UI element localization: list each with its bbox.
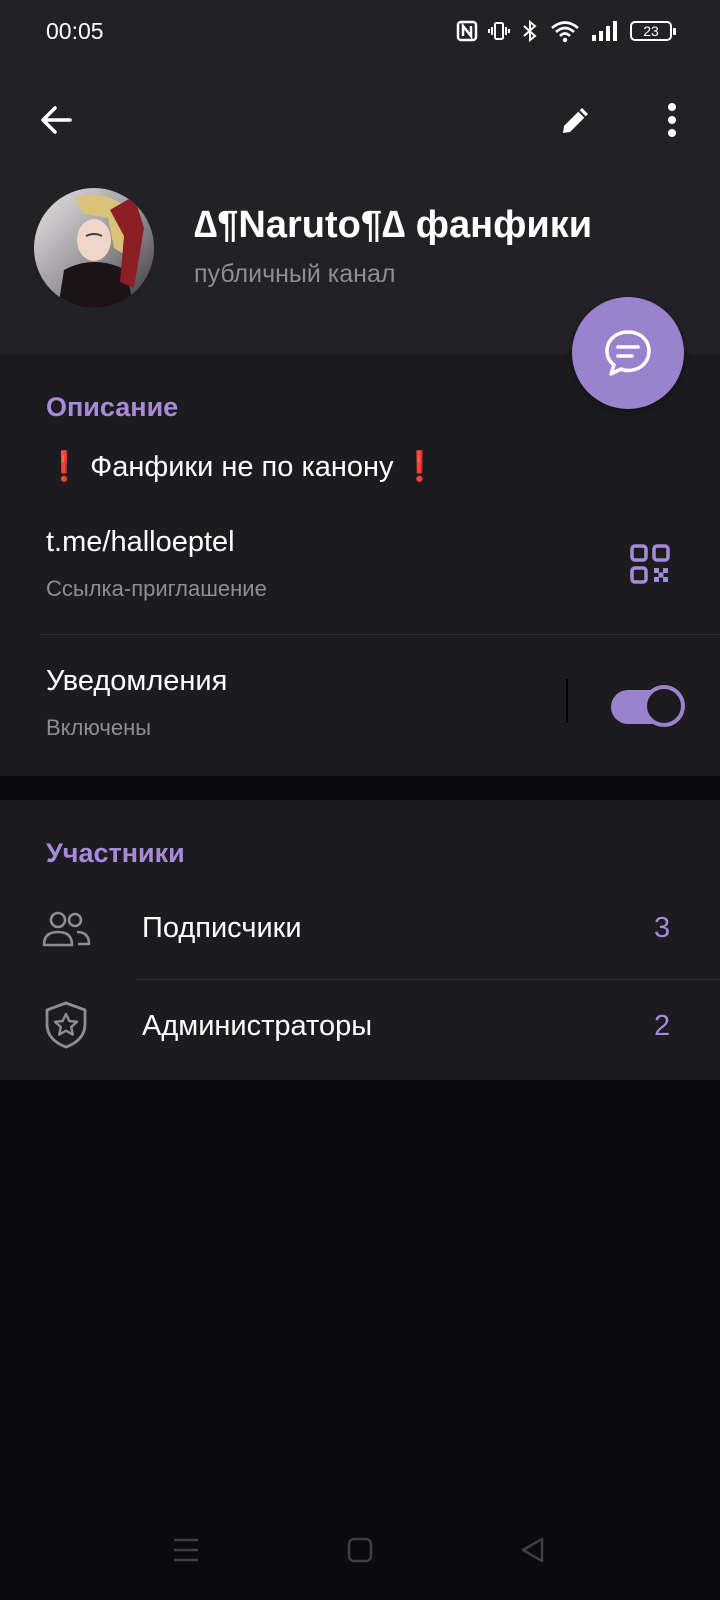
subscribers-label: Подписчики: [142, 912, 302, 944]
subscribers-row[interactable]: Подписчики 3: [0, 880, 720, 978]
channel-type: публичный канал: [194, 260, 396, 288]
notifications-label: Уведомления: [46, 665, 228, 697]
members-card: Участники Подписчики 3 Администраторы 2: [0, 800, 720, 1080]
invite-link: t.me/halloeptel: [46, 526, 235, 558]
open-chat-button[interactable]: [572, 297, 684, 409]
more-vertical-icon: [668, 103, 676, 137]
administrators-row[interactable]: Администраторы 2: [0, 980, 720, 1080]
vibrate-icon: [488, 22, 510, 40]
qr-code-icon: [630, 544, 670, 584]
people-icon: [42, 911, 91, 947]
status-icons: 23: [456, 16, 676, 46]
nfc-icon: [456, 20, 478, 42]
back-button[interactable]: [28, 92, 84, 148]
notifications-separator: [566, 679, 568, 723]
home-square-icon: [347, 1537, 373, 1563]
subscribers-count: 3: [654, 912, 671, 944]
back-triangle-icon: [521, 1537, 544, 1563]
signal-icon: [592, 21, 617, 41]
home-button[interactable]: [332, 1522, 388, 1578]
battery-level: 23: [643, 23, 659, 39]
system-back-button[interactable]: [504, 1522, 560, 1578]
channel-avatar[interactable]: [34, 188, 154, 308]
recent-apps-button[interactable]: [158, 1522, 214, 1578]
description-text: ❗ Фанфики не по канону ❗: [46, 451, 438, 483]
description-section-title: Описание: [46, 392, 179, 422]
invite-link-row[interactable]: t.me/halloeptel Ссылка-приглашение: [0, 514, 720, 624]
channel-title: ∆¶Naruto¶∆ фанфики: [194, 204, 593, 246]
chat-bubble-icon: [605, 330, 651, 376]
battery-icon: 23: [630, 21, 676, 41]
shield-star-icon: [45, 1001, 87, 1049]
system-navigation-bar: [0, 1500, 720, 1600]
status-time: 00:05: [46, 18, 104, 44]
administrators-count: 2: [654, 1010, 671, 1042]
back-arrow-icon: [41, 106, 72, 134]
edit-pencil-icon: [563, 108, 588, 133]
more-options-button[interactable]: [644, 92, 700, 148]
invite-link-caption: Ссылка-приглашение: [46, 576, 267, 601]
status-bar: 00:05 23: [0, 0, 720, 64]
bluetooth-icon: [523, 19, 537, 43]
wifi-icon: [551, 21, 579, 43]
administrators-label: Администраторы: [142, 1010, 373, 1042]
edit-button[interactable]: [548, 92, 604, 148]
notifications-status: Включены: [46, 715, 152, 740]
menu-lines-icon: [174, 1538, 198, 1562]
toggle-knob: [643, 685, 685, 727]
members-section-title: Участники: [46, 838, 185, 868]
qr-code-button[interactable]: [620, 534, 680, 594]
